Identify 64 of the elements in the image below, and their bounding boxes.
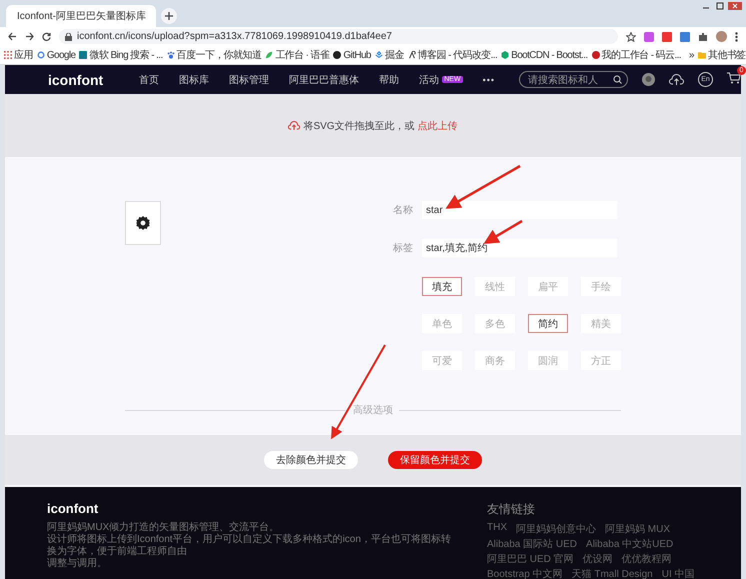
submit-keep-color-button[interactable]: 保留颜色并提交 [388, 451, 482, 469]
footer-description: 设计师将图标上传到Iconfont平台，用户可以自定义下载多种格式的icon，平台也可将图标转换为字体，便于前端工程师自由 [47, 534, 452, 558]
nav-link[interactable]: 图标库 [179, 72, 210, 86]
field-label: 名称 [393, 204, 414, 217]
maximize-icon[interactable] [714, 2, 726, 10]
paw-icon [166, 51, 175, 59]
annotation-arrow [484, 220, 523, 244]
forward-icon[interactable] [25, 32, 34, 41]
reload-icon[interactable] [42, 32, 51, 41]
bookmark-link[interactable]: 博客园 - 代码改变... [418, 48, 498, 62]
bookmark-link[interactable]: 百度一下，你就知道 [176, 48, 262, 62]
layers-icon [374, 51, 383, 59]
menu-icon[interactable] [735, 32, 738, 42]
bookmark-link[interactable]: 掘金 [384, 48, 404, 62]
bookmark-link[interactable]: 应用 [14, 48, 33, 62]
bookmark-folder[interactable]: 其他书签 [708, 48, 746, 62]
nav-link[interactable]: 阿里巴巴普惠体 [289, 72, 360, 86]
more-bookmarks-button[interactable]: » [688, 50, 694, 60]
more-button[interactable]: ••• [482, 74, 496, 84]
cloud-upload-icon[interactable] [669, 74, 684, 85]
apps-grid-icon[interactable] [4, 51, 12, 59]
links-heading: 友情链接 [487, 501, 536, 518]
cloud-upload-icon [288, 121, 300, 130]
name-field[interactable]: star [422, 201, 617, 219]
bookmark-link[interactable]: 工作台 · 语雀 [275, 48, 330, 62]
leaf-icon [265, 51, 274, 59]
star-icon[interactable] [626, 32, 636, 42]
nav-link[interactable]: 首页 [139, 72, 160, 86]
bookmark-link[interactable]: Google [46, 50, 76, 60]
footer-description: 调整与调用。 [47, 558, 108, 570]
cart-icon[interactable] [727, 72, 741, 84]
bookmark-link[interactable]: 我的工作台 - 码云... [602, 48, 681, 62]
circle-logo-icon [592, 51, 600, 59]
nav-link[interactable]: 帮助 [379, 72, 400, 86]
hexagon-icon [501, 51, 510, 59]
lock-icon [65, 32, 72, 40]
upload-drop-zone[interactable]: 将SVG文件拖拽至此，或 点此上传 [5, 94, 741, 157]
plus-icon [165, 12, 173, 20]
square-icon [79, 51, 88, 59]
footer-logo[interactable]: iconfont [47, 501, 457, 516]
nav-link[interactable]: 活动 [419, 72, 440, 86]
new-tab-button[interactable] [161, 8, 177, 24]
tags-field[interactable]: star,填充,简约 [422, 239, 617, 257]
tag-option[interactable]: 填充 [422, 277, 462, 296]
folder-icon [698, 51, 706, 59]
bookmark-link[interactable]: 微软 Bing 搜索 - ... [89, 48, 163, 62]
field-label: 标签 [393, 242, 414, 255]
search-field[interactable]: 请搜索图标和人 [519, 71, 628, 88]
upload-hint: 将SVG文件拖拽至此，或 [303, 120, 415, 132]
user-avatar-icon[interactable] [642, 73, 655, 86]
submit-remove-color-button[interactable]: 去除颜色并提交 [264, 451, 358, 469]
footer-description: 阿里妈妈MUX倾力打造的矢量图标管理、交流平台。 [47, 522, 280, 534]
address-bar[interactable]: iconfont.cn/icons/upload?spm=a313x.7781069.1998910419.d1baf4ee7 [59, 29, 618, 44]
avatar-icon[interactable] [716, 31, 727, 42]
nav-link[interactable]: 图标管理 [229, 72, 270, 86]
gear-icon [136, 216, 150, 230]
logo[interactable]: iconfont [48, 72, 104, 88]
tag-option[interactable]: 简约 [528, 314, 568, 333]
close-icon[interactable] [728, 2, 742, 10]
bookmark-link[interactable]: BootCDN - Bootst... [511, 50, 588, 60]
browser-tab[interactable]: Iconfont-阿里巴巴矢量图标库 [6, 5, 156, 27]
back-icon[interactable] [8, 32, 17, 41]
bookmark-link[interactable]: GitHub [343, 50, 371, 60]
search-icon[interactable] [613, 75, 622, 84]
